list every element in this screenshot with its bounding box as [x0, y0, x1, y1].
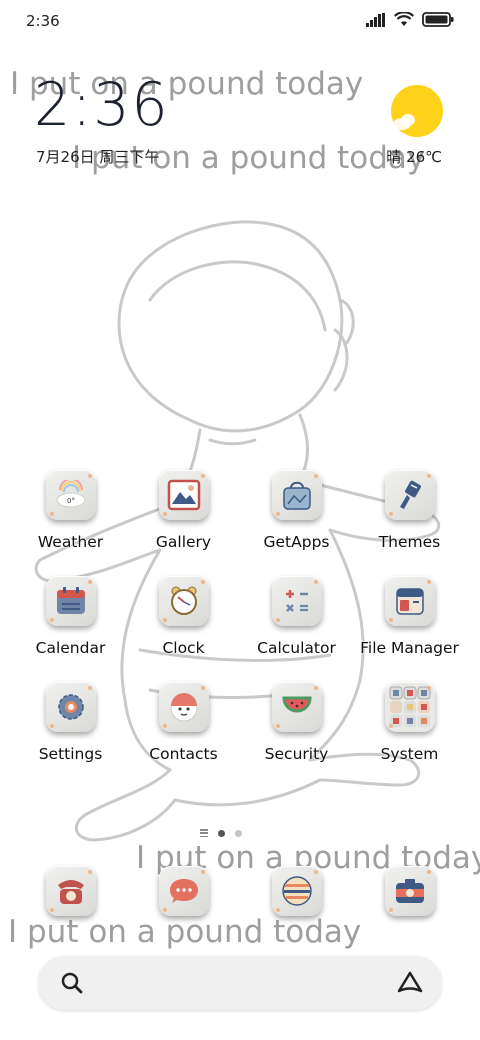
dock-phone[interactable]	[14, 866, 127, 916]
app-label: Weather	[37, 533, 104, 551]
search-bar[interactable]	[38, 956, 442, 1010]
page-dot[interactable]	[235, 829, 242, 837]
dock	[14, 866, 466, 916]
signal-icon	[366, 12, 385, 27]
battery-icon	[422, 12, 454, 27]
app-settings[interactable]: Settings	[14, 682, 127, 763]
app-label: Settings	[38, 745, 103, 763]
app-system-folder[interactable]: System	[353, 682, 466, 763]
camera-icon[interactable]	[384, 866, 435, 916]
file-manager-icon[interactable]	[384, 576, 435, 626]
page-indicator[interactable]	[200, 829, 242, 837]
app-getapps[interactable]: GetApps	[240, 470, 353, 551]
browser-icon[interactable]	[271, 866, 322, 916]
system-folder-icon[interactable]	[384, 682, 435, 732]
app-contacts[interactable]: Contacts	[127, 682, 240, 763]
wifi-icon	[394, 12, 414, 26]
clock-widget-weather[interactable]: 晴 26℃	[386, 146, 442, 167]
calendar-icon[interactable]	[45, 576, 96, 626]
app-label: Clock	[162, 639, 205, 657]
app-calculator[interactable]: Calculator	[240, 576, 353, 657]
settings-icon[interactable]	[45, 682, 96, 732]
assistant-icon[interactable]	[396, 970, 424, 996]
watermark-text: I put on a pound today	[8, 914, 362, 950]
app-security[interactable]: Security	[240, 682, 353, 763]
dock-browser[interactable]	[240, 866, 353, 916]
clock-widget-date[interactable]: 7月26日 周三下午	[36, 146, 159, 167]
app-label: Calendar	[35, 639, 106, 657]
app-themes[interactable]: Themes	[353, 470, 466, 551]
app-file-manager[interactable]: File Manager	[353, 576, 466, 657]
search-icon[interactable]	[60, 971, 84, 995]
weather-tile-temp: 0°	[67, 497, 75, 505]
app-label: Contacts	[149, 745, 218, 763]
app-clock[interactable]: Clock	[127, 576, 240, 657]
page-dot-active[interactable]	[218, 829, 225, 837]
calculator-icon[interactable]	[271, 576, 322, 626]
dock-camera[interactable]	[353, 866, 466, 916]
phone-icon[interactable]	[45, 866, 96, 916]
app-grid: 0° Weather Gallery GetApps Themes Calend…	[14, 470, 466, 763]
app-calendar[interactable]: Calendar	[14, 576, 127, 657]
app-label: GetApps	[263, 533, 330, 551]
app-list-indicator-icon[interactable]	[200, 829, 208, 837]
status-time: 2:36	[26, 12, 60, 30]
clock-icon[interactable]	[158, 576, 209, 626]
status-bar: 2:36	[0, 0, 480, 40]
app-label: File Manager	[360, 639, 459, 657]
gallery-icon[interactable]	[158, 470, 209, 520]
security-icon[interactable]	[271, 682, 322, 732]
getapps-icon[interactable]	[271, 470, 322, 520]
app-label: Gallery	[155, 533, 212, 551]
contacts-icon[interactable]	[158, 682, 209, 732]
app-label: System	[380, 745, 439, 763]
app-label: Security	[264, 745, 329, 763]
dock-messaging[interactable]	[127, 866, 240, 916]
clock-widget-time[interactable]: 2:36	[34, 70, 170, 140]
status-icons	[366, 12, 454, 27]
app-weather[interactable]: 0° Weather	[14, 470, 127, 551]
weather-icon[interactable]: 0°	[45, 470, 96, 520]
app-label: Calculator	[257, 639, 336, 657]
messaging-icon[interactable]	[158, 866, 209, 916]
sun-cloud-icon[interactable]	[390, 84, 444, 138]
app-gallery[interactable]: Gallery	[127, 470, 240, 551]
themes-icon[interactable]	[384, 470, 435, 520]
app-label: Themes	[378, 533, 441, 551]
